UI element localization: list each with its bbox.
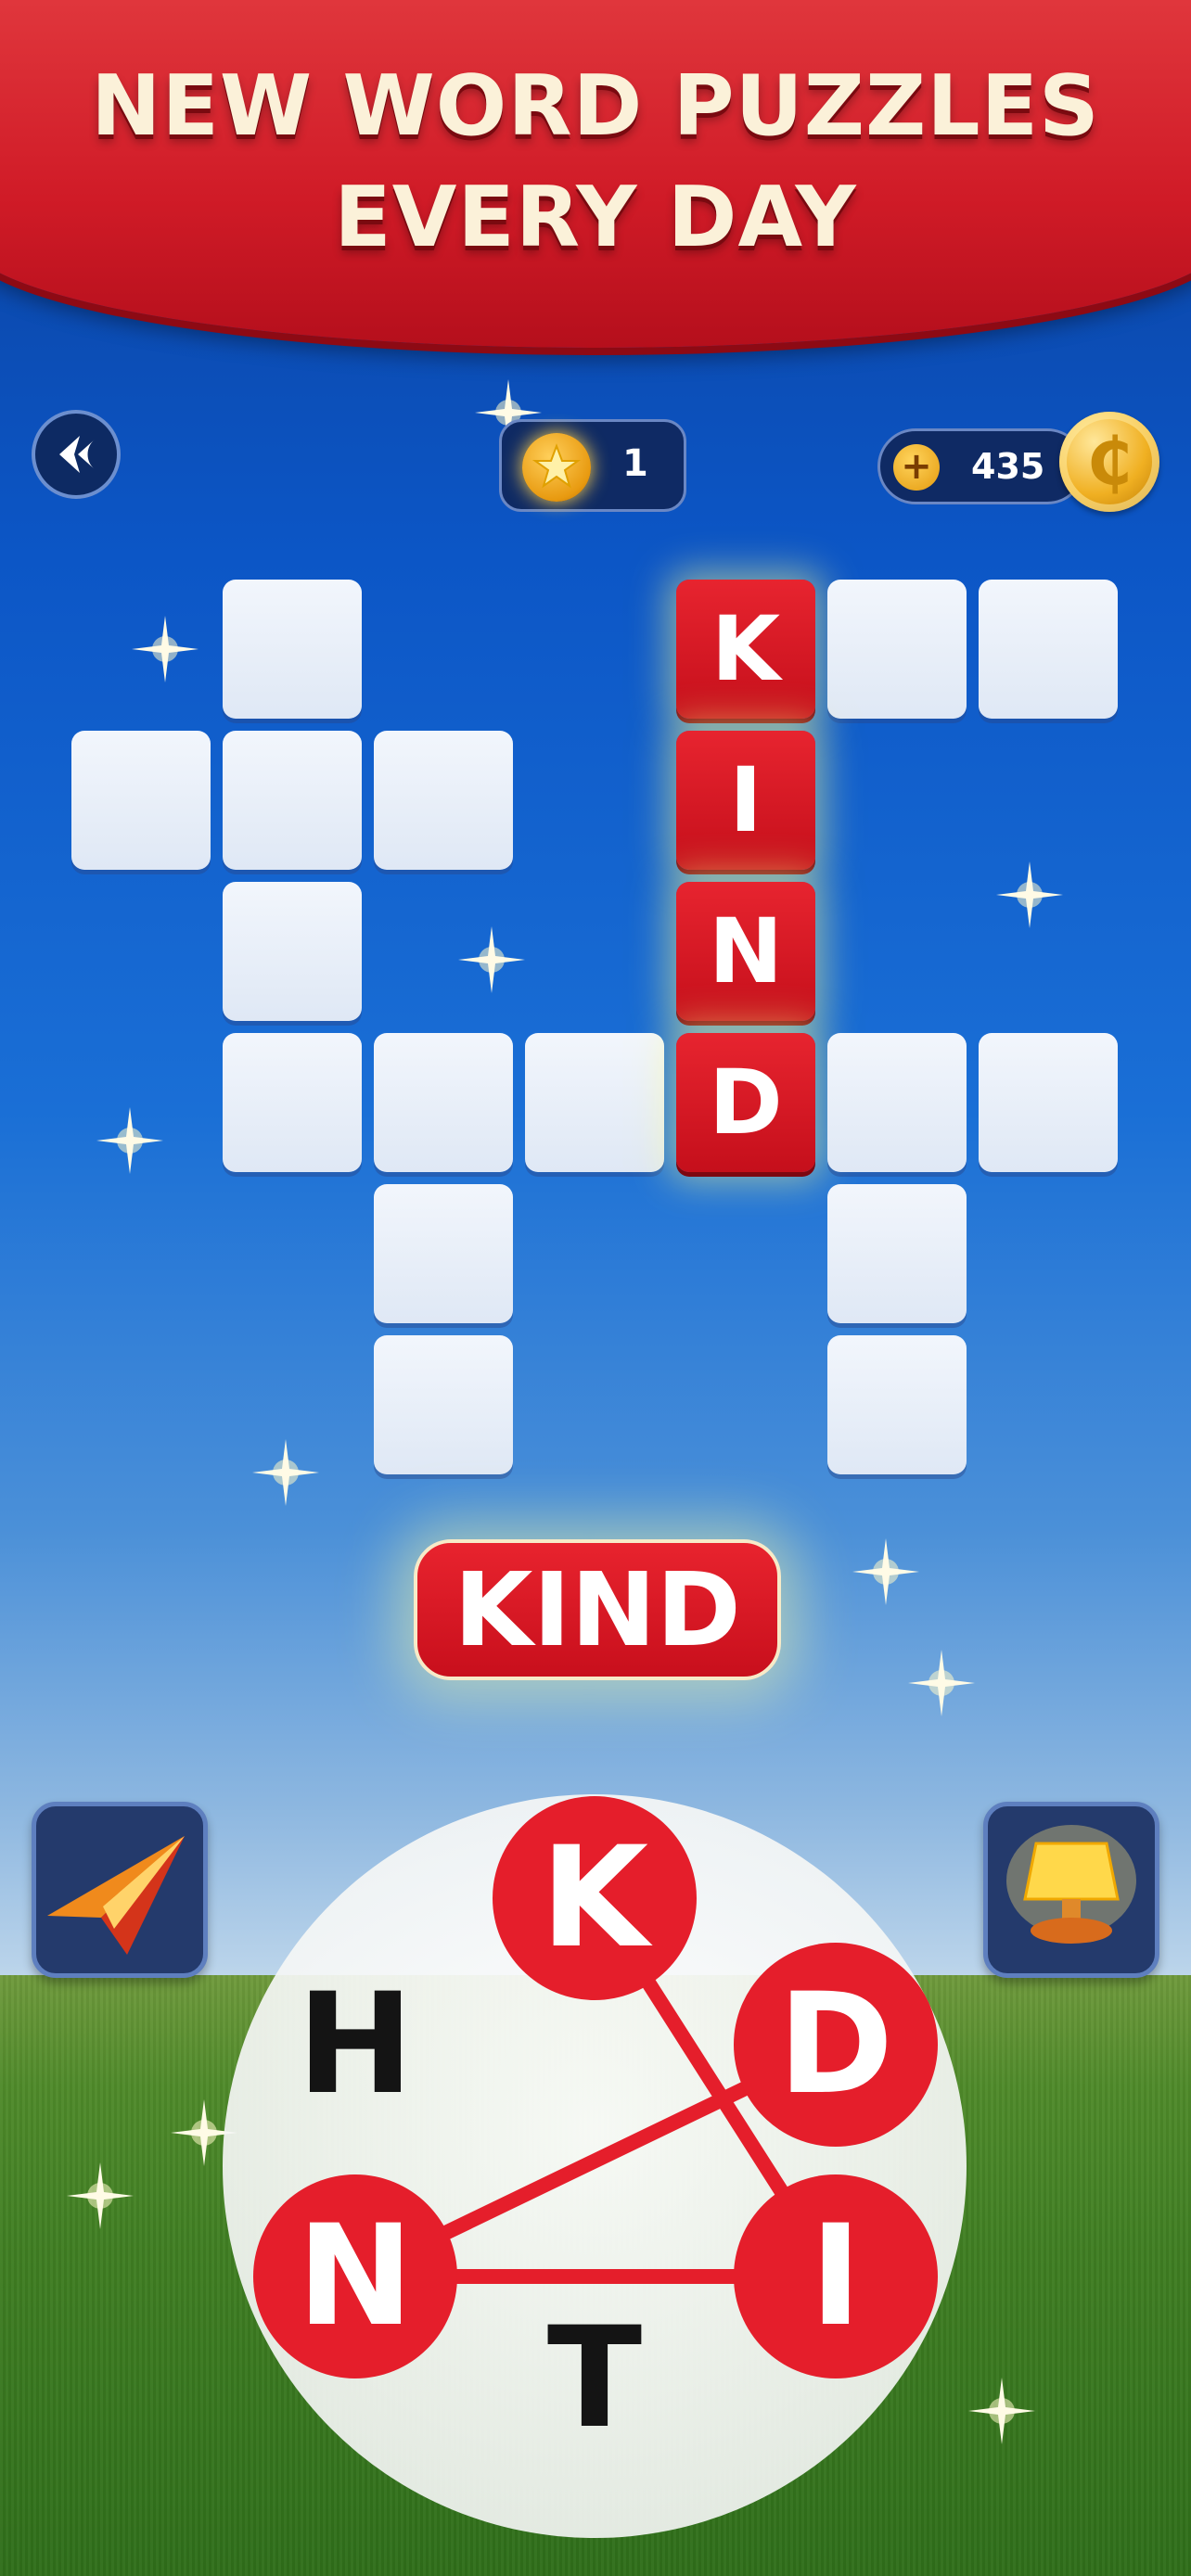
wheel-letter-k[interactable]: K bbox=[493, 1796, 697, 2000]
crossword-cell-filled: K bbox=[676, 580, 815, 719]
crossword-cell-filled: I bbox=[676, 731, 815, 870]
wheel-letter-h[interactable]: H bbox=[253, 1943, 457, 2147]
crossword-cell-empty bbox=[827, 580, 967, 719]
stars-count: 1 bbox=[622, 442, 648, 485]
wheel-letter-n[interactable]: N bbox=[253, 2174, 457, 2378]
sparkle-icon bbox=[852, 1538, 919, 1605]
coins-counter[interactable]: + 435 bbox=[877, 428, 1085, 504]
crossword-cell-empty bbox=[374, 1335, 513, 1474]
crossword-cell-empty bbox=[827, 1184, 967, 1323]
crossword-cell-filled: N bbox=[676, 882, 815, 1021]
lamp-hint-icon bbox=[1006, 1825, 1136, 1944]
sparkle-icon bbox=[67, 2162, 134, 2229]
plus-icon[interactable]: + bbox=[893, 444, 940, 491]
crossword-cell-empty bbox=[223, 882, 362, 1021]
coin-icon: ₵ bbox=[1059, 412, 1159, 512]
crossword-cell-empty bbox=[223, 1033, 362, 1172]
hint-plane-button[interactable] bbox=[32, 1802, 208, 1978]
sparkle-icon bbox=[458, 926, 525, 993]
crossword-cell-empty bbox=[827, 1335, 967, 1474]
crossword-cell-empty bbox=[827, 1033, 967, 1172]
back-arrow-icon bbox=[59, 436, 95, 473]
crossword-cell-empty bbox=[223, 580, 362, 719]
crossword-cell-filled: D bbox=[676, 1033, 815, 1172]
crossword-cell-empty bbox=[979, 1033, 1118, 1172]
sparkle-icon bbox=[132, 616, 198, 682]
crossword-cell-empty bbox=[979, 580, 1118, 719]
sparkle-icon bbox=[252, 1439, 319, 1506]
sparkle-icon bbox=[908, 1650, 975, 1716]
paper-plane-hint-icon bbox=[47, 1836, 185, 1955]
current-word-badge: KIND bbox=[414, 1539, 781, 1680]
back-button[interactable] bbox=[32, 410, 121, 499]
stars-counter: 1 bbox=[499, 419, 686, 512]
coins-count: 435 bbox=[971, 446, 1045, 487]
sparkle-icon bbox=[968, 2378, 1035, 2444]
letter-wheel[interactable]: KDITNH bbox=[223, 1794, 967, 2538]
star-coin-icon bbox=[522, 433, 591, 502]
banner-title-line-2: EVERY DAY bbox=[334, 169, 857, 266]
banner-title-line-1: NEW WORD PUZZLES bbox=[91, 57, 1100, 155]
sparkle-icon bbox=[996, 861, 1063, 928]
crossword-cell-empty bbox=[71, 731, 211, 870]
crossword-cell-empty bbox=[525, 1033, 664, 1172]
wheel-letter-i[interactable]: I bbox=[734, 2174, 938, 2378]
crossword-cell-empty bbox=[374, 731, 513, 870]
crossword-cell-empty bbox=[374, 1184, 513, 1323]
wheel-letter-d[interactable]: D bbox=[734, 1943, 938, 2147]
wheel-letter-t[interactable]: T bbox=[493, 2276, 697, 2480]
crossword-cell-empty bbox=[223, 731, 362, 870]
crossword-cell-empty bbox=[374, 1033, 513, 1172]
hint-lamp-button[interactable] bbox=[983, 1802, 1159, 1978]
sparkle-icon bbox=[96, 1107, 163, 1174]
game-screen: NEW WORD PUZZLES EVERY DAY 1 + 435 ₵ KIN… bbox=[0, 0, 1191, 2576]
